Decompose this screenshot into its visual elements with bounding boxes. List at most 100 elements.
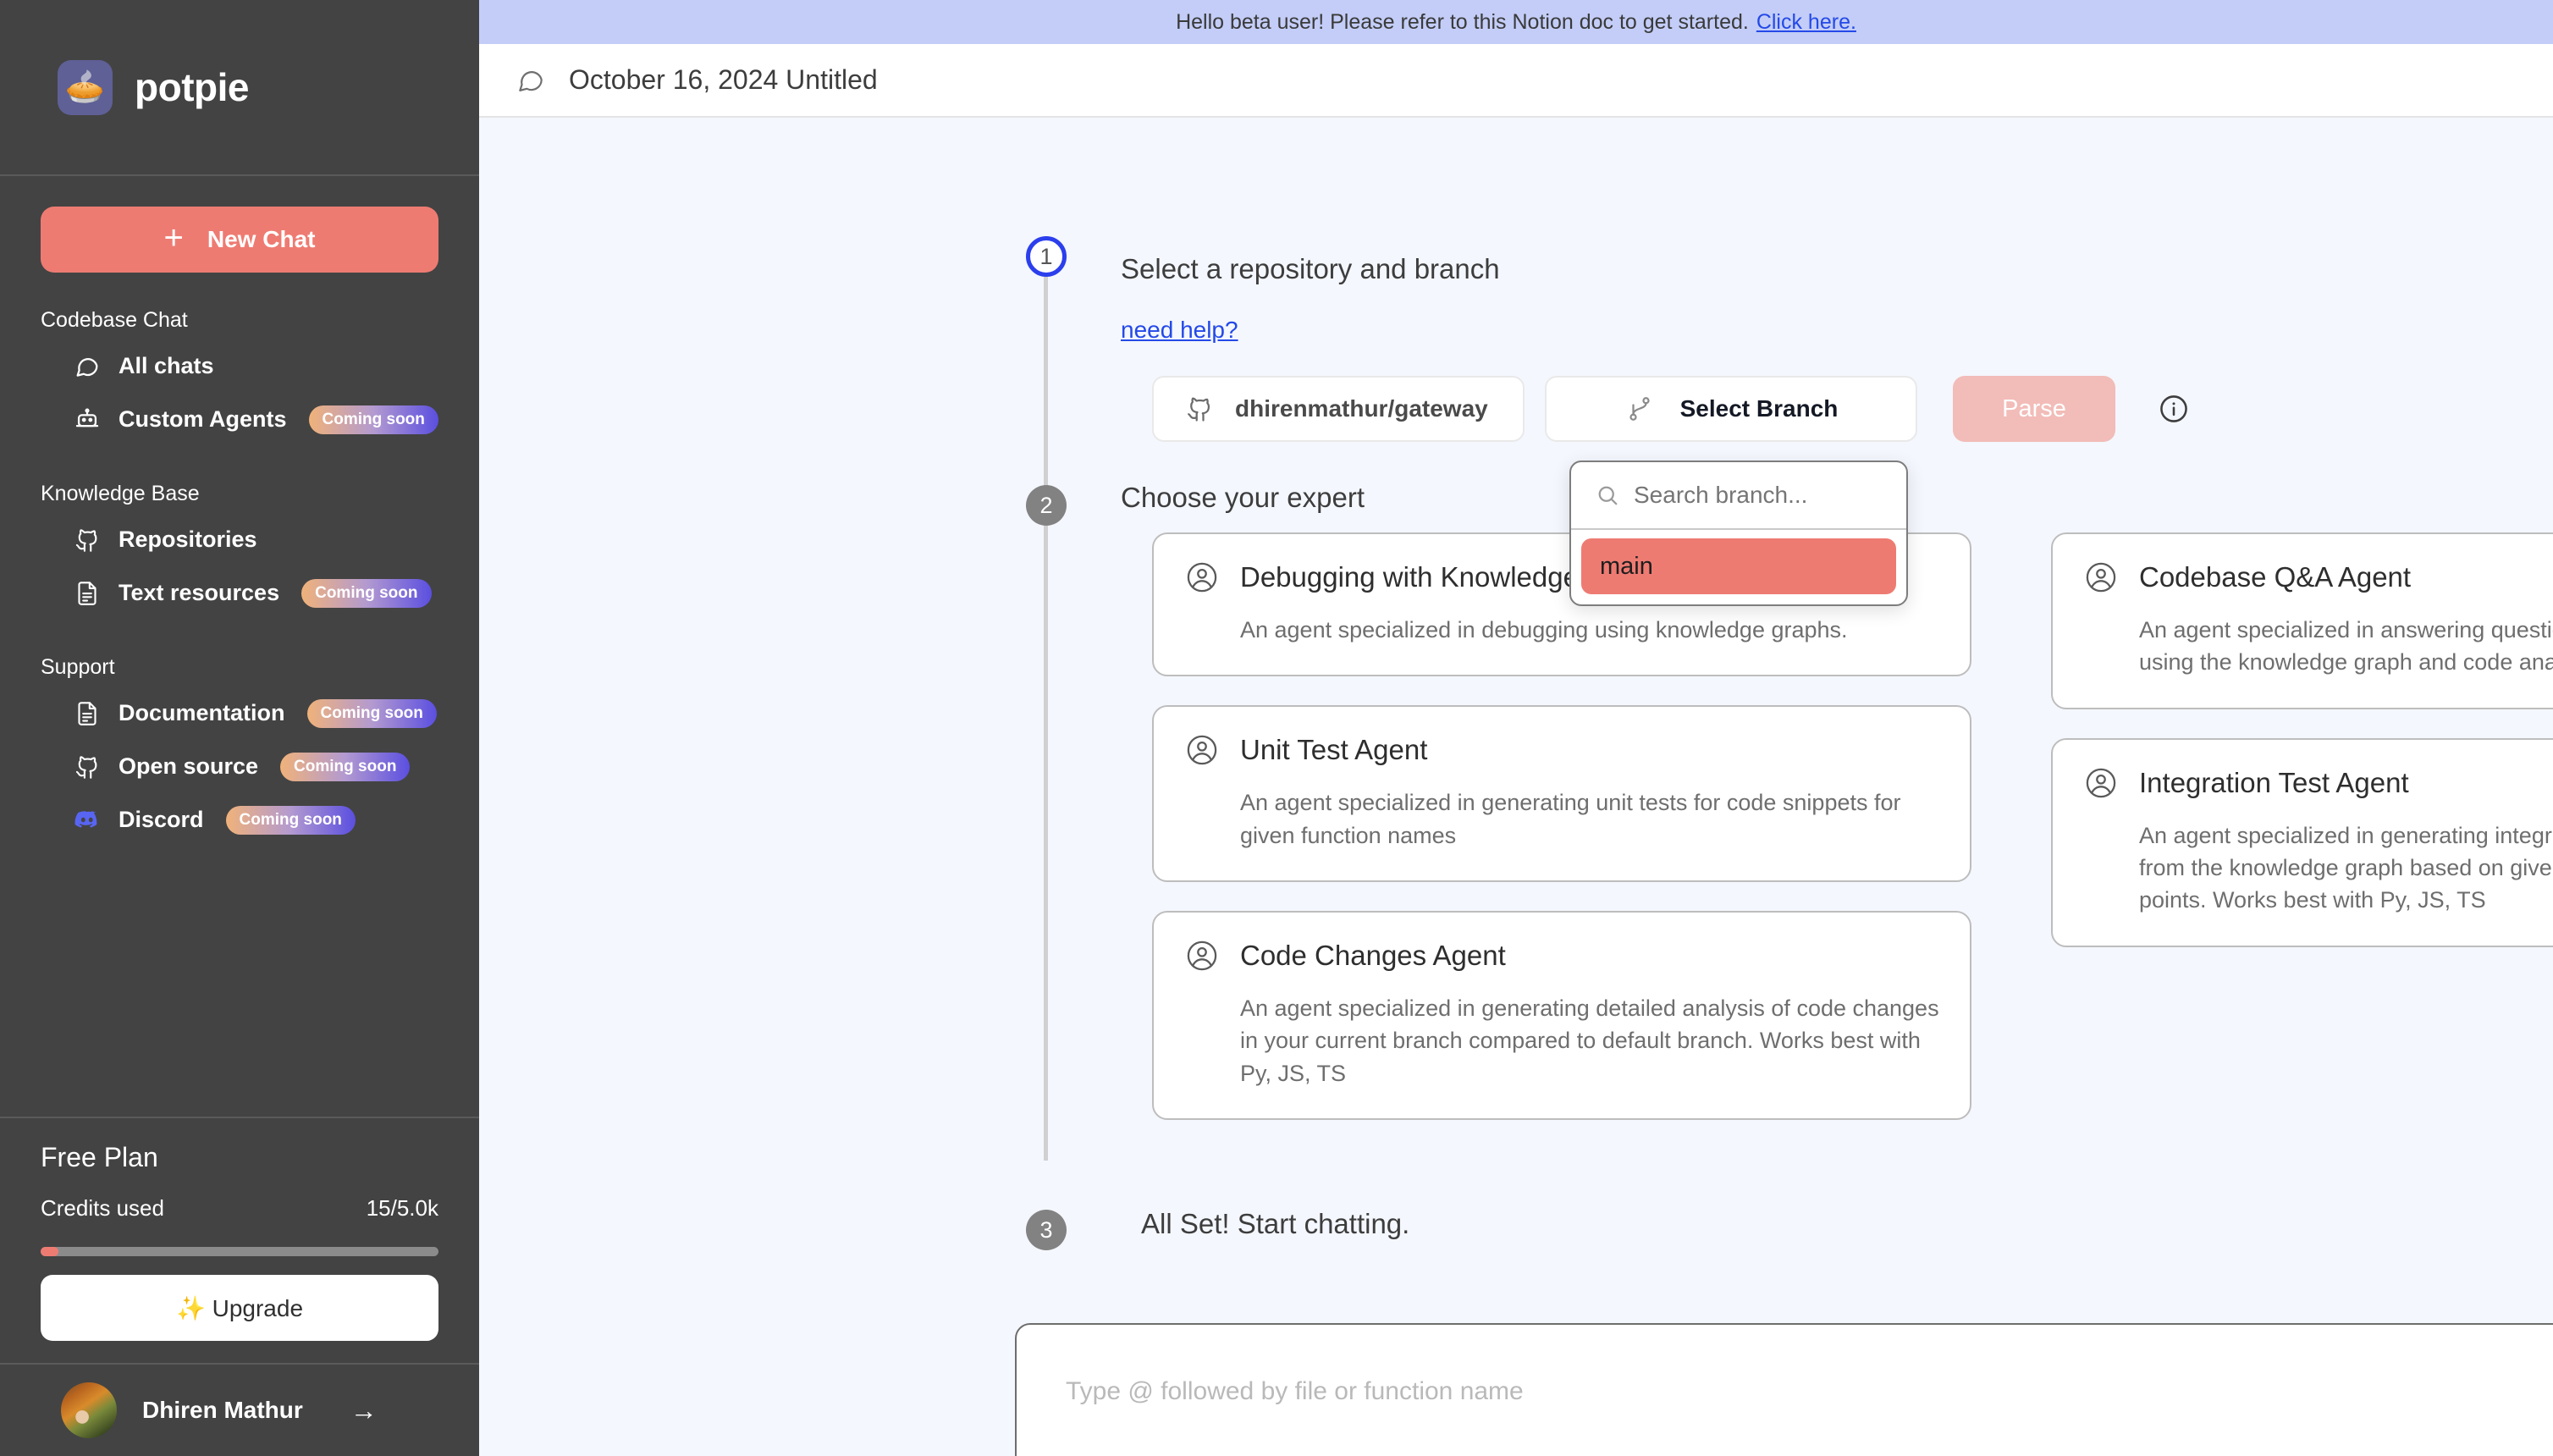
person-circle-icon <box>1184 560 1220 595</box>
beta-banner-link[interactable]: Click here. <box>1756 10 1856 35</box>
branch-options-list: main <box>1571 530 1906 604</box>
beta-banner-text: Hello beta user! Please refer to this No… <box>1176 10 1749 35</box>
branch-search-row <box>1571 462 1906 530</box>
sidebar-item-discord[interactable]: Discord Coming soon <box>41 793 438 847</box>
plan-title: Free Plan <box>41 1142 438 1173</box>
nav-group-support: Support Documentation Coming soon <box>41 655 438 847</box>
need-help-link[interactable]: need help? <box>1121 317 1238 344</box>
agent-cards-right-column: Codebase Q&A Agent An agent specialized … <box>2051 532 2553 976</box>
sidebar-item-label: Discord <box>119 807 204 833</box>
user-name: Dhiren Mathur <box>142 1397 303 1424</box>
content-area: 1 Select a repository and branch need he… <box>479 118 2553 1456</box>
agent-card-header: Codebase Q&A Agent <box>2083 560 2553 595</box>
step-1-node: 1 <box>1026 236 1067 277</box>
info-circle-icon[interactable] <box>2158 393 2190 425</box>
new-chat-button[interactable]: + New Chat <box>41 207 438 273</box>
agent-card-integration-test[interactable]: Integration Test Agent An agent speciali… <box>2051 738 2553 947</box>
pie-emoji: 🥧 <box>65 71 105 103</box>
sidebar-item-open-source[interactable]: Open source Coming soon <box>41 740 438 793</box>
beta-banner: Hello beta user! Please refer to this No… <box>479 0 2553 44</box>
chat-bubble-icon <box>515 64 547 97</box>
agent-card-header: Code Changes Agent <box>1184 938 1939 973</box>
parse-label: Parse <box>2002 395 2066 422</box>
sidebar-item-repositories[interactable]: Repositories <box>41 513 438 566</box>
sidebar-item-text-resources[interactable]: Text resources Coming soon <box>41 566 438 620</box>
agent-description: An agent specialized in debugging using … <box>1240 614 1939 646</box>
coming-soon-badge: Coming soon <box>301 579 431 608</box>
brand-header: 🥧 potpie <box>0 0 479 176</box>
potpie-logo-icon: 🥧 <box>58 60 113 115</box>
credits-progress-bar <box>41 1247 438 1256</box>
repository-select-button[interactable]: dhirenmathur/gateway <box>1152 376 1525 442</box>
agent-description: An agent specialized in generating integ… <box>2139 819 2553 917</box>
agent-title: Integration Test Agent <box>2139 767 2409 799</box>
github-icon <box>73 753 102 781</box>
sidebar-item-label: Text resources <box>119 580 279 606</box>
branch-option-main[interactable]: main <box>1581 538 1896 594</box>
branch-search-input[interactable] <box>1634 482 1883 509</box>
nav-group-codebase-chat: Codebase Chat All chats <box>41 308 438 446</box>
sidebar-item-label: Repositories <box>119 527 257 553</box>
step-1-title: Select a repository and branch <box>1121 253 1500 285</box>
agent-cards-left-column: Debugging with Knowledge Graph Agent An … <box>1152 532 1971 1149</box>
sidebar-item-custom-agents[interactable]: Custom Agents Coming soon <box>41 393 438 446</box>
agent-card-code-changes[interactable]: Code Changes Agent An agent specialized … <box>1152 911 1971 1120</box>
agent-card-header: Unit Test Agent <box>1184 732 1939 768</box>
nav-group-title: Knowledge Base <box>41 482 438 506</box>
nav-group-title: Support <box>41 655 438 680</box>
main-area: Hello beta user! Please refer to this No… <box>479 0 2553 1456</box>
agent-description: An agent specialized in answering questi… <box>2139 614 2553 679</box>
coming-soon-badge: Coming soon <box>307 699 437 728</box>
branch-select-button[interactable]: Select Branch <box>1545 376 1917 442</box>
document-icon <box>73 579 102 608</box>
step-rail-1-2 <box>1044 275 1048 487</box>
new-chat-label: New Chat <box>207 226 316 253</box>
agent-card-unit-test[interactable]: Unit Test Agent An agent specialized in … <box>1152 705 1971 882</box>
upgrade-label: ✨ Upgrade <box>176 1294 303 1322</box>
plus-icon: + <box>164 221 184 255</box>
sidebar-item-all-chats[interactable]: All chats <box>41 339 438 393</box>
repository-label: dhirenmathur/gateway <box>1235 395 1488 422</box>
github-icon <box>73 526 102 554</box>
page-title: October 16, 2024 Untitled <box>569 64 878 96</box>
arrow-right-icon[interactable]: → <box>350 1395 378 1426</box>
sidebar-item-label: Documentation <box>119 700 285 726</box>
step-number: 2 <box>1039 493 1052 519</box>
credits-label: Credits used <box>41 1195 164 1222</box>
step-number: 3 <box>1039 1217 1052 1244</box>
sidebar-item-label: All chats <box>119 353 214 379</box>
chat-bubble-icon <box>73 352 102 381</box>
agent-title: Code Changes Agent <box>1240 940 1506 972</box>
sidebar-nav: Codebase Chat All chats <box>0 273 479 1117</box>
step-3-title: All Set! Start chatting. <box>1141 1208 1409 1240</box>
coming-soon-badge: Coming soon <box>309 405 438 434</box>
topbar: October 16, 2024 Untitled <box>479 44 2553 118</box>
discord-icon <box>73 806 102 835</box>
repo-branch-selectors: dhirenmathur/gateway Select Branch Parse <box>1152 376 2190 442</box>
github-icon <box>1184 394 1215 424</box>
upgrade-button[interactable]: ✨ Upgrade <box>41 1275 438 1341</box>
step-3-node: 3 <box>1026 1210 1067 1250</box>
brand-name: potpie <box>135 64 249 110</box>
plan-panel: Free Plan Credits used 15/5.0k ✨ Upgrade <box>0 1118 479 1363</box>
agent-title: Codebase Q&A Agent <box>2139 561 2411 593</box>
new-chat-container: + New Chat <box>0 176 479 273</box>
sidebar: 🥧 potpie + New Chat Codebase Chat <box>0 0 479 1456</box>
person-circle-icon <box>1184 938 1220 973</box>
agent-title: Unit Test Agent <box>1240 734 1427 766</box>
coming-soon-badge: Coming soon <box>280 753 410 781</box>
credits-value: 15/5.0k <box>367 1195 438 1222</box>
sidebar-item-documentation[interactable]: Documentation Coming soon <box>41 687 438 740</box>
agent-card-codebase-qa[interactable]: Codebase Q&A Agent An agent specialized … <box>2051 532 2553 709</box>
chat-input-placeholder: Type @ followed by file or function name <box>1066 1377 1524 1406</box>
step-number: 1 <box>1039 244 1052 270</box>
user-profile-row[interactable]: Dhiren Mathur → <box>0 1363 479 1456</box>
parse-button[interactable]: Parse <box>1953 376 2115 442</box>
credits-row: Credits used 15/5.0k <box>41 1195 438 1222</box>
nav-group-knowledge-base: Knowledge Base Repositories <box>41 482 438 620</box>
branch-label: Select Branch <box>1680 395 1839 422</box>
chat-input-container[interactable]: Type @ followed by file or function name <box>1015 1323 2553 1456</box>
search-icon <box>1595 483 1620 508</box>
agent-description: An agent specialized in generating detai… <box>1240 992 1939 1089</box>
credits-progress-fill <box>41 1247 58 1256</box>
